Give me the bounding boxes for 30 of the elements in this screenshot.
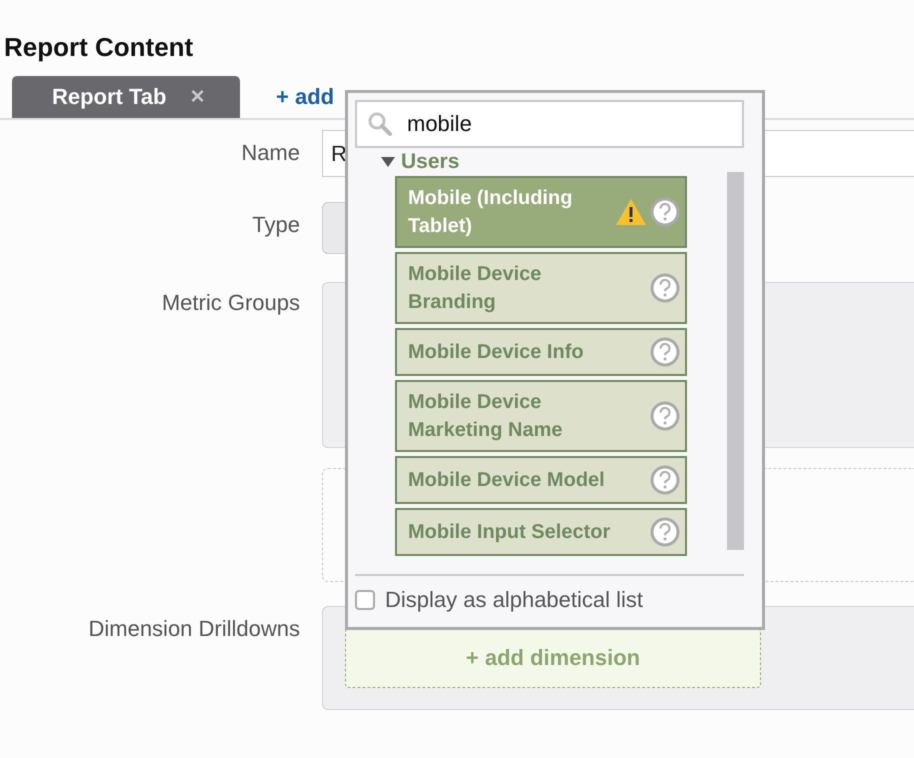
scrollbar[interactable] [727, 172, 744, 550]
type-label: Type [251, 211, 300, 239]
close-icon[interactable]: × [190, 83, 204, 111]
help-icon[interactable] [649, 464, 682, 496]
checkbox[interactable] [355, 590, 375, 610]
dimension-item[interactable]: Mobile Device Marketing Name [395, 380, 688, 452]
help-icon[interactable] [649, 516, 682, 548]
tab-label: Report Tab [52, 84, 166, 110]
search-icon [367, 111, 393, 137]
dimension-item[interactable]: Mobile Input Selector [395, 508, 688, 556]
dimension-item[interactable]: Mobile (Including Tablet) [395, 176, 688, 248]
name-label: Name [240, 139, 300, 167]
dimension-label: Dimension Drilldowns [87, 615, 300, 643]
search-field[interactable]: mobile [355, 100, 744, 148]
add-tab-link[interactable]: + add [276, 84, 334, 110]
section-heading: Report Content [3, 31, 194, 64]
caret-down-icon[interactable] [381, 157, 395, 167]
add-dimension-button[interactable]: + add dimension [345, 628, 761, 688]
help-icon[interactable] [649, 400, 682, 432]
report-tab[interactable]: Report Tab × [12, 76, 240, 118]
help-icon[interactable] [649, 196, 682, 228]
dimension-item[interactable]: Mobile Device Branding [395, 252, 688, 324]
help-icon[interactable] [649, 336, 682, 368]
metric-groups-label: Metric Groups [160, 289, 300, 317]
warning-icon [615, 198, 648, 226]
checkbox-label: Display as alphabetical list [385, 587, 644, 613]
dimension-item[interactable]: Mobile Device Model [395, 456, 688, 504]
dimension-item[interactable]: Mobile Device Info [395, 328, 688, 376]
group-label: Users [401, 150, 460, 174]
help-icon[interactable] [649, 272, 682, 304]
